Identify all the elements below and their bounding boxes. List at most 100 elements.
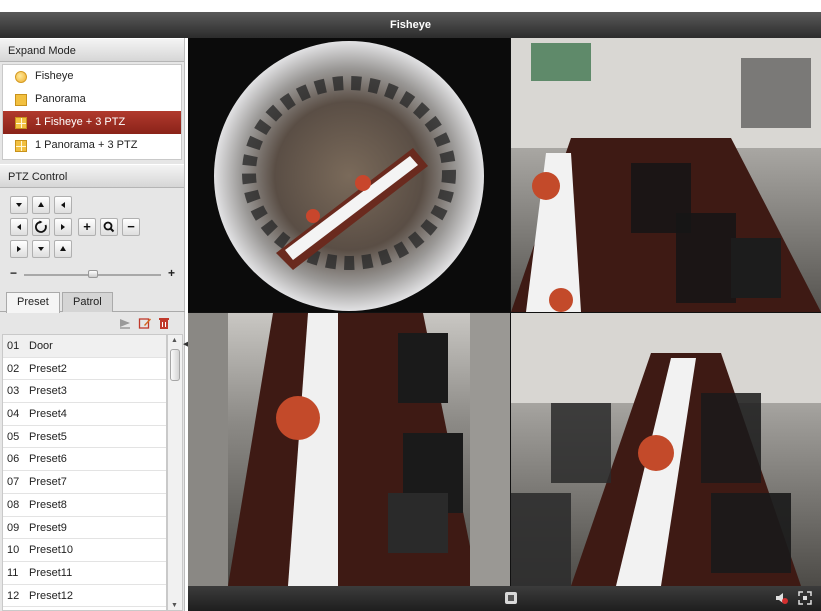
tab-preset[interactable]: Preset [6,292,60,313]
preset-patrol-tabs: Preset Patrol [0,290,185,313]
preset-row-03[interactable]: 03 Preset3 [3,380,166,404]
video-grid [188,38,821,586]
tab-patrol[interactable]: Patrol [62,292,113,312]
stop-icon[interactable] [504,591,518,605]
arrow-up-left-icon [16,203,22,207]
ptz-image-2 [188,313,510,586]
preset-row-04[interactable]: 04 Preset4 [3,403,166,426]
arrow-right-icon [61,224,65,230]
ptz-right-button[interactable] [54,218,72,236]
mode-item-label: Fisheye [35,70,74,82]
preset-row-07[interactable]: 07 Preset7 [3,471,166,494]
preset-toolbar [0,312,185,334]
call-preset-icon[interactable] [118,316,132,330]
arrow-up-icon [38,202,44,207]
preset-name: Preset4 [29,408,67,421]
grid-icon [15,139,27,152]
video-status-bar [188,586,821,611]
preset-name: Door [29,340,53,352]
slider-plus-label: + [167,266,175,280]
edit-preset-icon[interactable] [138,316,152,330]
scroll-down-icon[interactable]: ▼ [171,602,178,609]
preset-name: Preset7 [29,476,67,489]
preset-number: 05 [7,430,20,443]
preset-number: 07 [7,476,20,489]
preset-list: 01 Door 02 Preset2 03 Preset3 04 Preset4 05 P… [2,334,167,611]
arrow-down-right-icon [60,246,66,251]
slider-knob[interactable] [88,270,98,278]
left-panel: Expand Mode Fisheye Panorama 1 Fisheye +… [0,38,185,611]
fisheye-icon [15,70,27,83]
ptz-up-button[interactable] [32,196,50,214]
mode-item-label: 1 Fisheye + 3 PTZ [35,116,126,128]
expand-mode-header: Expand Mode [0,38,184,62]
preset-number: 09 [7,521,20,534]
preset-number: 03 [7,385,20,398]
preset-name: Preset10 [29,544,74,557]
preset-name: Preset11 [29,566,73,579]
zoom-out-button[interactable]: − [122,218,140,236]
preset-number: 06 [7,453,20,466]
preset-name: Preset2 [29,362,67,375]
grid-icon [15,116,27,129]
mode-item-fisheye[interactable]: Fisheye [3,65,181,88]
preset-number: 08 [7,498,20,511]
arrow-up-right-icon [61,202,65,208]
mode-item-label: 1 Panorama + 3 PTZ [35,139,138,151]
preset-number: 04 [7,408,20,421]
preset-name: Preset8 [29,498,67,511]
ptz-down-right-button[interactable] [54,240,72,258]
arrow-down-left-icon [17,246,21,252]
ptz-left-button[interactable] [10,218,28,236]
delete-preset-icon[interactable] [157,316,171,330]
preset-name: Preset6 [29,453,67,466]
preset-row-10[interactable]: 10 Preset10 [3,539,166,562]
zoom-in-button[interactable]: + [78,218,96,236]
rotate-icon [35,220,47,233]
ptz-view-3[interactable] [511,313,821,586]
preset-name: Preset12 [29,589,74,602]
preset-row-01[interactable]: 01 Door [3,335,166,358]
ptz-down-left-button[interactable] [10,240,28,258]
mode-item-1-panorama-3-ptz[interactable]: 1 Panorama + 3 PTZ [3,134,181,157]
preset-number: 11 [7,566,19,579]
preset-row-06[interactable]: 06 Preset6 [3,448,166,472]
ptz-view-2[interactable] [188,313,510,586]
preset-row-09[interactable]: 09 Preset9 [3,517,166,540]
ptz-auto-button[interactable] [32,218,50,236]
arrow-down-icon [38,247,44,251]
scroll-thumb[interactable] [170,349,180,381]
slider-minus-label: − [10,266,18,280]
preset-number: 01 [7,340,20,352]
preset-list-scrollbar[interactable]: ▲ ▼ [167,334,183,611]
mode-item-panorama[interactable]: Panorama [3,88,181,111]
ptz-image-3 [511,313,821,586]
preset-row-02[interactable]: 02 Preset2 [3,358,166,381]
fullscreen-icon[interactable] [798,591,812,605]
ptz-view-1[interactable] [511,38,821,312]
zoom-button[interactable] [100,218,118,236]
mode-item-label: Panorama [35,93,86,105]
ptz-up-left-button[interactable] [10,196,28,214]
preset-number: 10 [7,544,20,557]
expand-mode-list: Fisheye Panorama 1 Fisheye + 3 PTZ 1 Pan… [2,64,182,160]
arrow-left-icon [17,224,21,230]
preset-row-05[interactable]: 05 Preset5 [3,426,166,449]
fisheye-image [214,41,484,311]
ptz-up-right-button[interactable] [54,196,72,214]
preset-row-12[interactable]: 12 Preset12 [3,585,166,608]
fisheye-view[interactable] [188,38,510,312]
mode-item-1-fisheye-3-ptz[interactable]: 1 Fisheye + 3 PTZ [3,111,181,134]
preset-number: 02 [7,362,20,375]
panorama-icon [15,93,27,106]
ptz-control-panel: + − − + [0,188,184,306]
ptz-down-button[interactable] [32,240,50,258]
scroll-up-icon[interactable]: ▲ [171,337,178,344]
preset-row-08[interactable]: 08 Preset8 [3,494,166,517]
preset-row-11[interactable]: 11 Preset11 [3,562,166,585]
audio-icon[interactable] [774,591,788,605]
ptz-speed-slider[interactable]: − + [10,266,175,280]
preset-name: Preset5 [29,430,67,443]
ptz-image-1 [511,38,821,312]
preset-number: 12 [7,589,20,602]
